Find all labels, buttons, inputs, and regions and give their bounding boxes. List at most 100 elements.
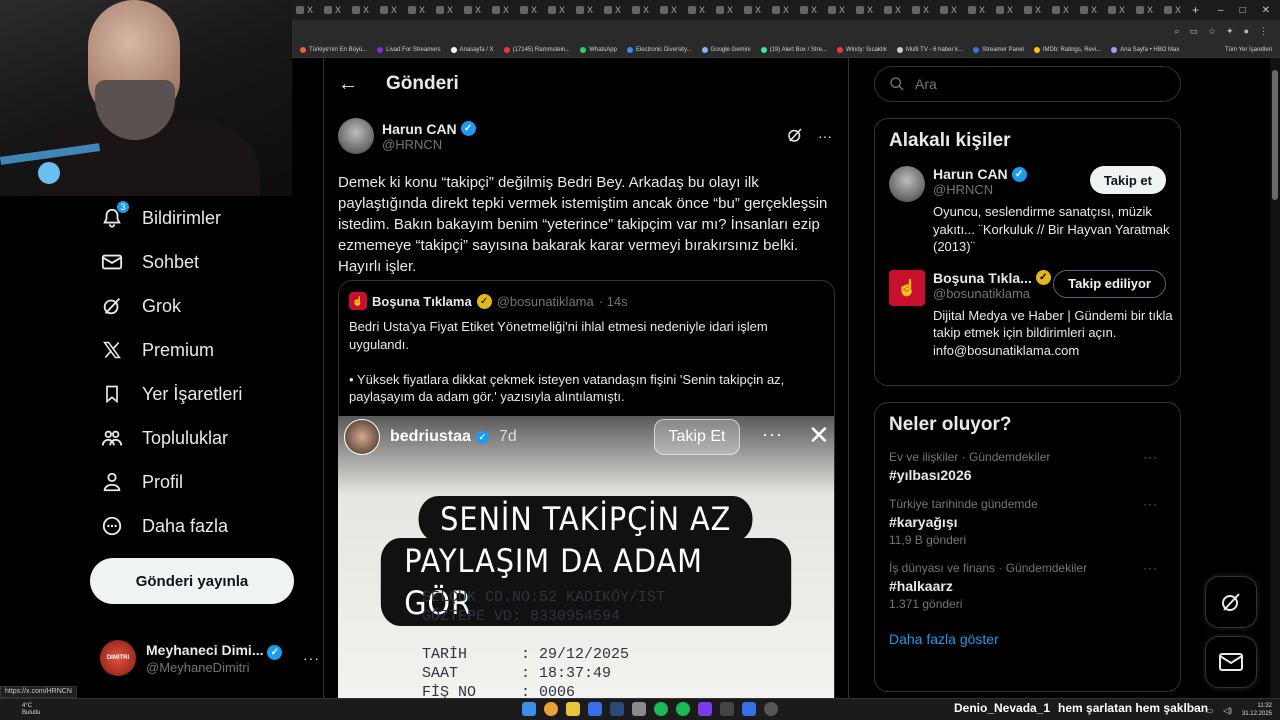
all-bookmarks-link[interactable]: Tüm Yer İşaretleri	[1225, 47, 1280, 53]
edge-icon[interactable]	[588, 702, 602, 716]
browser-tab[interactable]: X	[824, 0, 852, 20]
browser-tab[interactable]: X	[376, 0, 404, 20]
account-switcher[interactable]: DIMITRI Meyhaneci Dimi... ✓ @MeyhaneDimi…	[100, 636, 320, 680]
app-icon[interactable]	[632, 702, 646, 716]
follow-button[interactable]: Takip et	[1089, 166, 1166, 194]
search-input[interactable]: Ara	[874, 66, 1181, 102]
folder-icon[interactable]	[566, 702, 580, 716]
maximize-button[interactable]: □	[1240, 5, 1246, 16]
bookmark-item[interactable]: Anasayfa / X	[450, 46, 494, 53]
trend-item[interactable]: Ev ve ilişkiler · Gündemdekiler #yılbası…	[889, 450, 1166, 483]
weather-widget[interactable]: 4°C Bulutlu	[22, 703, 40, 717]
clock[interactable]: 11:32 31.12.2025	[1242, 702, 1272, 718]
menu-icon[interactable]: ⋮	[1259, 26, 1268, 37]
start-icon[interactable]	[522, 702, 536, 716]
nav-item-mail[interactable]: Sohbet	[90, 240, 320, 284]
browser-tab[interactable]: X	[488, 0, 516, 20]
scrollbar[interactable]	[1270, 58, 1280, 698]
nav-item-person[interactable]: Profil	[90, 460, 320, 504]
browser-tab[interactable]: X	[1132, 0, 1160, 20]
spotify-alt-icon[interactable]	[676, 702, 690, 716]
browser-tab[interactable]: X	[460, 0, 488, 20]
tray-chevron-icon[interactable]: ^	[1192, 706, 1196, 715]
browser-tab[interactable]: X	[908, 0, 936, 20]
bookmark-item[interactable]: Windy: Sıcaklık	[836, 46, 887, 53]
network-icon[interactable]: ▭	[1206, 706, 1214, 715]
browser-tab[interactable]: X	[768, 0, 796, 20]
tweet-author[interactable]: Harun CAN ✓	[382, 121, 476, 137]
grok-fab-button[interactable]	[1205, 576, 1257, 628]
bookmark-item[interactable]: Livad For Streamers	[377, 46, 441, 53]
browser-tab[interactable]: X	[320, 0, 348, 20]
bookmark-item[interactable]: Electronic Diversity...	[626, 46, 692, 53]
browser-tab[interactable]: X	[544, 0, 572, 20]
scrollbar-thumb[interactable]	[1272, 70, 1278, 200]
browser-tab[interactable]: X	[684, 0, 712, 20]
browser-tab[interactable]: X	[712, 0, 740, 20]
nav-item-grok[interactable]: Grok	[90, 284, 320, 328]
obs-icon[interactable]	[742, 702, 756, 716]
following-button[interactable]: Takip ediliyor	[1053, 269, 1166, 298]
app-icon[interactable]	[720, 702, 734, 716]
tweet-handle[interactable]: @HRNCN	[382, 137, 476, 152]
bookmark-item[interactable]: Türkiye'nin En Büyü...	[300, 46, 367, 53]
app-icon[interactable]	[764, 702, 778, 716]
browser-tab[interactable]: X	[292, 0, 320, 20]
show-more-link[interactable]: Daha fazla göster	[889, 631, 1180, 647]
tweet-more-icon[interactable]: ···	[818, 128, 832, 144]
spotify-icon[interactable]	[654, 702, 668, 716]
person-item[interactable]: Harun CAN ✓ @HRNCN Oyuncu, seslendirme sa…	[889, 166, 1170, 256]
extensions-icon[interactable]: ✦	[1226, 26, 1234, 37]
grok-icon[interactable]	[786, 126, 804, 147]
browser-tab[interactable]: X	[1104, 0, 1132, 20]
close-window-button[interactable]: ✕	[1262, 5, 1270, 16]
bookmark-item[interactable]: Ana Sayfa • HBO Max	[1111, 46, 1179, 53]
trend-more-icon[interactable]: ···	[1143, 497, 1158, 511]
nav-item-bookmark[interactable]: Yer İşaretleri	[90, 372, 320, 416]
minimize-button[interactable]: –	[1218, 5, 1224, 16]
messages-fab-button[interactable]	[1205, 636, 1257, 688]
back-arrow-icon[interactable]: ←	[338, 73, 358, 96]
browser-tab[interactable]: X	[1048, 0, 1076, 20]
avatar[interactable]	[338, 118, 374, 154]
account-more-icon[interactable]: ···	[303, 650, 320, 666]
chrome-icon[interactable]	[544, 702, 558, 716]
bookmark-item[interactable]: (19) Alert Box / Stre...	[760, 46, 827, 53]
bookmark-item[interactable]: (17145) Rammstein...	[503, 46, 570, 53]
browser-tab[interactable]: X	[656, 0, 684, 20]
browser-tab[interactable]: X	[432, 0, 460, 20]
bookmark-item[interactable]: Google Gemini	[701, 46, 751, 53]
trend-item[interactable]: İş dünyası ve finans · Gündemdekiler #ha…	[889, 561, 1166, 611]
bookmark-item[interactable]: IMDb: Ratings, Revi...	[1033, 46, 1101, 53]
browser-tab[interactable]: X	[1020, 0, 1048, 20]
browser-tab[interactable]: X	[572, 0, 600, 20]
browser-tab[interactable]: X	[516, 0, 544, 20]
browser-tab[interactable]: X	[740, 0, 768, 20]
browser-tab[interactable]: X	[600, 0, 628, 20]
nav-item-bell[interactable]: 3 Bildirimler	[90, 196, 320, 240]
quote-media[interactable]: bedriustaa ✓ 7d Takip Et ··· ✕ SENİN TAK…	[338, 416, 834, 698]
twitch-icon[interactable]	[698, 702, 712, 716]
browser-tab[interactable]: X	[1076, 0, 1104, 20]
zoom-icon[interactable]: ⌕	[1174, 26, 1179, 37]
nav-item-more-circle[interactable]: Daha fazla	[90, 504, 320, 548]
browser-tab[interactable]: X	[936, 0, 964, 20]
bookmark-item[interactable]: Multi TV - 6 haber k...	[896, 46, 963, 53]
trend-more-icon[interactable]: ···	[1143, 450, 1158, 464]
browser-tab[interactable]: X	[1160, 0, 1188, 20]
browser-tab[interactable]: X	[348, 0, 376, 20]
new-tab-button[interactable]: +	[1192, 3, 1199, 17]
browser-tab[interactable]: X	[964, 0, 992, 20]
post-button[interactable]: Gönderi yayınla	[90, 558, 294, 604]
browser-tab[interactable]: X	[880, 0, 908, 20]
bookmark-item[interactable]: WhatsApp	[580, 46, 617, 53]
cast-icon[interactable]: ▭	[1189, 26, 1198, 37]
browser-tab[interactable]: X	[852, 0, 880, 20]
steam-icon[interactable]	[610, 702, 624, 716]
nav-item-x-logo[interactable]: Premium	[90, 328, 320, 372]
volume-icon[interactable]: ◁)	[1223, 706, 1232, 715]
star-icon[interactable]: ☆	[1208, 26, 1216, 37]
bookmark-item[interactable]: Streamer Panel	[973, 46, 1024, 53]
person-item[interactable]: ☝ Boşuna Tıkla... ✓ @bosunatiklama Dijita…	[889, 269, 1173, 360]
trend-more-icon[interactable]: ···	[1143, 561, 1158, 575]
